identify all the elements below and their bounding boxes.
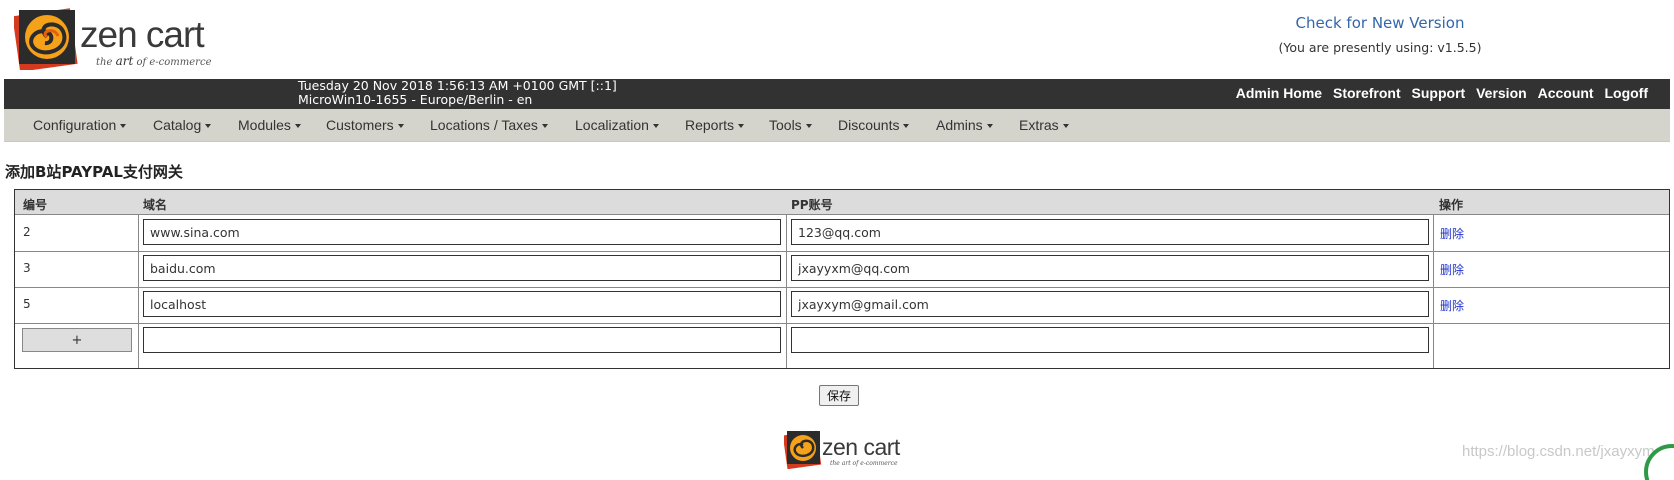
logo-tagline: the art of e-commerce [96,54,212,68]
menu-customers[interactable]: Customers [326,117,404,133]
delete-link[interactable]: 删除 [1440,261,1464,278]
pp-account-input[interactable] [791,219,1429,245]
zen-cart-logo[interactable]: zen cart the art of e-commerce [14,6,211,74]
new-domain-input[interactable] [143,327,781,353]
corner-badge-icon [1644,444,1674,480]
menu-label: Localization [575,117,649,133]
pp-account-input[interactable] [791,255,1429,281]
caret-down-icon [294,124,301,129]
table-row: 5 删除 [15,286,1669,324]
menu-label: Admins [936,117,983,133]
menu-locations-taxes[interactable]: Locations / Taxes [430,117,548,133]
caret-down-icon [397,124,404,129]
caret-down-icon [205,124,212,129]
add-row-button[interactable]: + [22,328,132,352]
header-links: Admin Home Storefront Support Version Ac… [1229,85,1648,101]
current-version-text: (You are presently using: v1.5.5) [1278,40,1482,55]
version-box: Check for New Version (You are presently… [1250,14,1510,55]
menu-tools[interactable]: Tools [769,117,812,133]
new-entry-row: + [15,322,1669,359]
menu-label: Reports [685,117,735,133]
menu-label: Modules [238,117,291,133]
menu-label: Customers [326,117,394,133]
footer-tagline: the art of e-commerce [830,460,898,467]
check-new-version-link[interactable]: Check for New Version [1250,14,1510,32]
domain-input[interactable] [143,291,781,317]
save-button[interactable]: 保存 [819,385,859,406]
caret-down-icon [986,124,993,129]
footer-wordmark: zen cart [822,434,900,460]
row-id: 5 [23,297,31,311]
menu-label: Extras [1019,117,1059,133]
menu-label: Tools [769,117,802,133]
caret-down-icon [541,124,548,129]
delete-link[interactable]: 删除 [1440,225,1464,242]
admin-home-link[interactable]: Admin Home [1236,85,1322,101]
header-operations: 操作 [1439,198,1464,212]
menu-discounts[interactable]: Discounts [838,117,910,133]
pp-account-input[interactable] [791,291,1429,317]
page-title: 添加B站PAYPAL支付网关 [5,163,183,181]
main-menu-bar: Configuration Catalog Modules Customers … [4,109,1670,142]
menu-configuration[interactable]: Configuration [33,117,127,133]
row-id: 2 [23,225,31,239]
header-pp-account: PP账号 [791,198,833,212]
table-row: 2 删除 [15,214,1669,252]
csdn-watermark: https://blog.csdn.net/jxayxym [1462,443,1655,460]
row-id: 3 [23,261,31,275]
support-link[interactable]: Support [1412,85,1466,101]
delete-link[interactable]: 删除 [1440,297,1464,314]
header-domain: 域名 [143,198,168,212]
zen-cart-swirl-icon [14,8,78,70]
caret-down-icon [120,124,127,129]
logoff-link[interactable]: Logoff [1604,85,1648,101]
caret-down-icon [652,124,659,129]
menu-admins[interactable]: Admins [936,117,993,133]
table-header: 编号 域名 PP账号 操作 [15,190,1669,215]
caret-down-icon [805,124,812,129]
new-pp-account-input[interactable] [791,327,1429,353]
zen-cart-swirl-icon [784,430,822,469]
menu-label: Discounts [838,117,900,133]
header-id: 编号 [23,198,48,212]
menu-modules[interactable]: Modules [238,117,301,133]
domain-input[interactable] [143,219,781,245]
menu-label: Configuration [33,117,117,133]
server-datetime: Tuesday 20 Nov 2018 1:56:13 AM +0100 GMT… [298,78,617,93]
caret-down-icon [1062,124,1069,129]
footer-zen-cart-logo[interactable]: zen cart the art of e-commerce [784,429,914,469]
table-row: 3 删除 [15,250,1669,288]
storefront-link[interactable]: Storefront [1333,85,1401,101]
menu-extras[interactable]: Extras [1019,117,1069,133]
version-link[interactable]: Version [1476,85,1527,101]
menu-reports[interactable]: Reports [685,117,745,133]
menu-catalog[interactable]: Catalog [153,117,212,133]
server-info: Tuesday 20 Nov 2018 1:56:13 AM +0100 GMT… [298,79,617,107]
menu-label: Catalog [153,117,202,133]
server-host: MicroWin10-1655 - Europe/Berlin - en [298,92,533,107]
caret-down-icon [738,124,745,129]
domain-input[interactable] [143,255,781,281]
gateway-table: 编号 域名 PP账号 操作 2 删除 3 删除 5 删除 + [14,189,1670,369]
admin-top-bar: Tuesday 20 Nov 2018 1:56:13 AM +0100 GMT… [4,79,1670,109]
menu-localization[interactable]: Localization [575,117,659,133]
caret-down-icon [903,124,910,129]
logo-wordmark: zen cart [80,14,205,55]
account-link[interactable]: Account [1538,85,1594,101]
menu-label: Locations / Taxes [430,117,538,133]
